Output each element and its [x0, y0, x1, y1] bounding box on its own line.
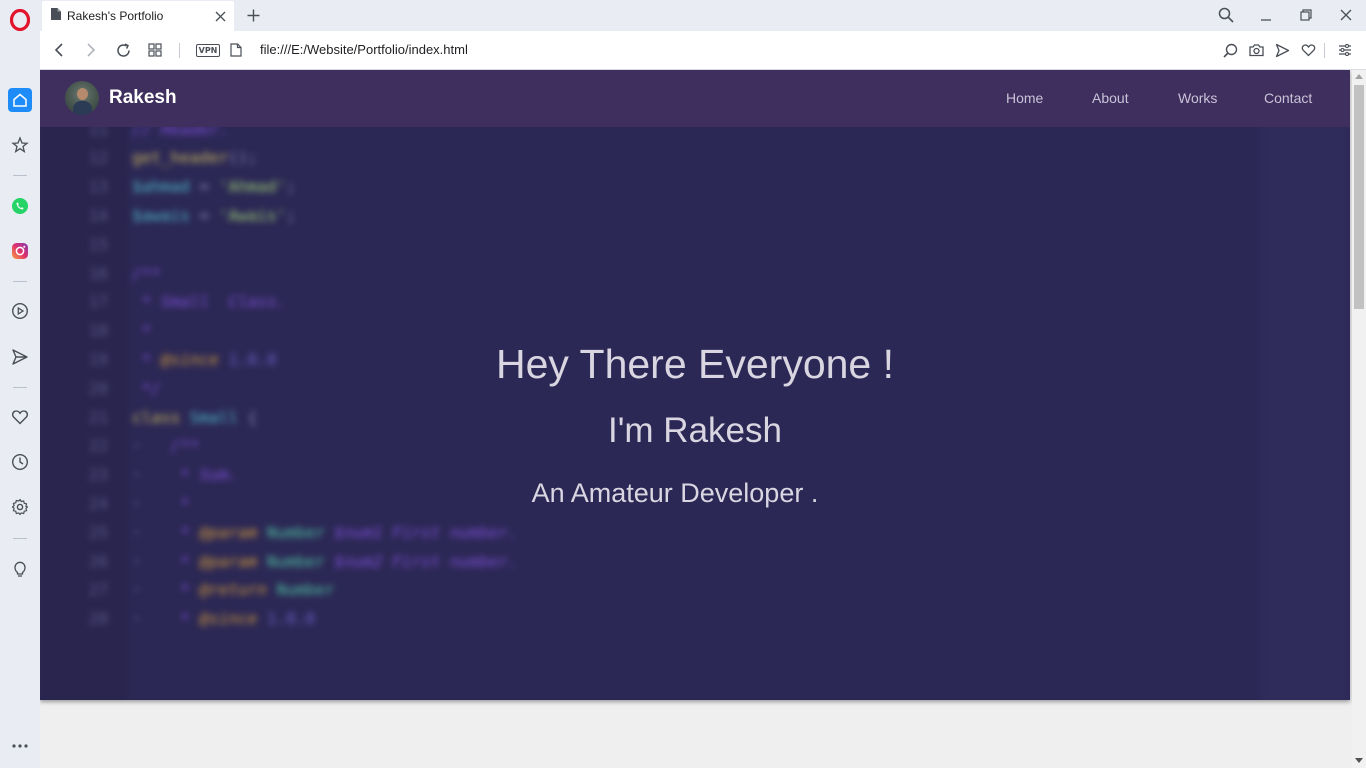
code-minimap — [1260, 118, 1350, 700]
code-text: $ahmad = 'Ahmad'; — [132, 177, 296, 197]
page-viewport: 9 */1011// Header.12get_header();13$ahma… — [40, 70, 1352, 768]
site-brand[interactable]: Rakesh — [109, 87, 177, 109]
close-tab-icon[interactable] — [212, 8, 228, 24]
history-icon[interactable] — [8, 450, 32, 474]
line-number: 15 — [88, 234, 108, 254]
line-number: 27 — [88, 580, 108, 600]
forward-icon[interactable] — [81, 40, 101, 60]
line-number: 13 — [88, 177, 108, 197]
minimize-icon[interactable] — [1255, 4, 1277, 26]
more-icon[interactable] — [8, 734, 32, 758]
line-number: 18 — [88, 321, 108, 341]
sidebar-divider — [13, 175, 27, 176]
snapshot-icon[interactable] — [1246, 40, 1266, 60]
nav-home[interactable]: Home — [1006, 90, 1043, 106]
home-icon[interactable] — [8, 88, 32, 112]
hero-greeting: Hey There Everyone ! — [495, 341, 895, 387]
scroll-down-icon[interactable] — [1355, 756, 1363, 764]
send-to-flow-icon[interactable] — [1272, 40, 1292, 60]
close-window-icon[interactable] — [1335, 4, 1357, 26]
file-icon[interactable] — [226, 40, 246, 60]
avatar[interactable] — [65, 81, 99, 115]
code-text: /** — [132, 263, 161, 283]
address-bar: VPN file:///E:/Website/Portfolio/index.h… — [40, 31, 1366, 70]
sidebar-divider — [13, 281, 27, 282]
line-number: 14 — [88, 206, 108, 225]
line-number: 25 — [88, 522, 108, 542]
lightbulb-icon[interactable] — [8, 557, 32, 581]
scrollbar-thumb[interactable] — [1354, 85, 1364, 309]
easy-setup-icon[interactable] — [1335, 40, 1355, 60]
tab-active[interactable]: Rakesh's Portfolio — [42, 1, 234, 31]
sidebar-divider — [13, 538, 27, 539]
heart-icon[interactable] — [8, 405, 32, 429]
send-icon[interactable] — [8, 345, 32, 369]
hero-name: I'm Rakesh — [608, 411, 782, 450]
code-text: $awais = 'Awais'; — [132, 206, 296, 225]
page-search-icon[interactable] — [1220, 40, 1240, 60]
code-text: · * @param Number $num1 First number. — [132, 522, 518, 542]
url-field[interactable]: file:///E:/Website/Portfolio/index.html — [260, 42, 468, 57]
restore-icon[interactable] — [1295, 4, 1317, 26]
new-tab-icon[interactable] — [243, 5, 263, 25]
bookmark-heart-icon[interactable] — [1298, 40, 1318, 60]
bookmarks-icon[interactable] — [8, 133, 32, 157]
code-text: * — [132, 321, 152, 341]
code-text: · * @return Number — [132, 580, 335, 600]
vpn-badge[interactable]: VPN — [196, 44, 220, 57]
browser-sidebar — [0, 0, 40, 768]
nav-contact[interactable]: Contact — [1264, 90, 1312, 106]
nav-about[interactable]: About — [1092, 90, 1129, 106]
hero-tagline: An Amateur Developer . — [531, 478, 819, 508]
sidebar-divider — [13, 387, 27, 388]
code-text: * Small Class. — [132, 292, 287, 312]
nav-works[interactable]: Works — [1178, 90, 1217, 106]
tabs-grid-icon[interactable] — [145, 40, 165, 60]
tab-title: Rakesh's Portfolio — [67, 9, 164, 23]
line-number: 26 — [88, 551, 108, 571]
hero-section: 9 */1011// Header.12get_header();13$ahma… — [40, 70, 1350, 700]
tab-strip: Rakesh's Portfolio — [40, 0, 1366, 31]
toolbar-divider — [179, 43, 180, 58]
code-text: · * @since 1.0.0 — [132, 609, 316, 629]
page-icon — [50, 7, 62, 26]
tab-search-icon[interactable] — [1215, 4, 1237, 26]
toolbar-divider — [1324, 43, 1325, 58]
player-icon[interactable] — [8, 299, 32, 323]
line-number: 12 — [88, 148, 108, 168]
blurred-code-background: 9 */1011// Header.12get_header();13$ahma… — [40, 70, 1350, 700]
instagram-icon[interactable] — [8, 239, 32, 263]
whatsapp-icon[interactable] — [8, 194, 32, 218]
scroll-up-icon[interactable] — [1355, 73, 1363, 81]
code-text: get_header(); — [132, 148, 258, 168]
settings-icon[interactable] — [8, 495, 32, 519]
line-number: 17 — [88, 292, 108, 312]
line-number: 28 — [88, 609, 108, 629]
line-number: 16 — [88, 263, 108, 283]
reload-icon[interactable] — [113, 40, 133, 60]
code-text: · * @param Number $num2 First number. — [132, 551, 518, 571]
page-scrollbar[interactable] — [1352, 70, 1366, 768]
back-icon[interactable] — [49, 40, 69, 60]
site-navbar: Rakesh Home About Works Contact — [40, 70, 1350, 127]
opera-logo-icon[interactable] — [8, 8, 32, 32]
